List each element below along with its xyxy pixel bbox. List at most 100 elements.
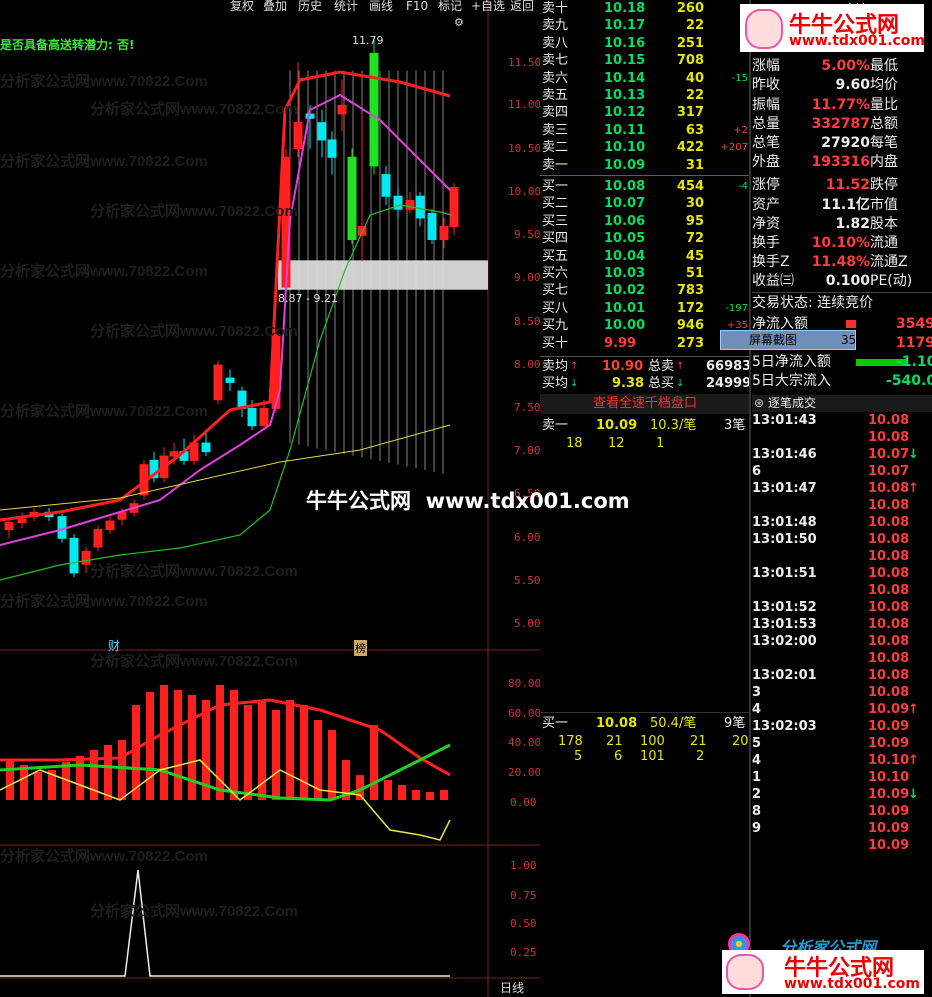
bids-level-row[interactable]: 买九 10.00 946 +35 <box>540 317 750 334</box>
bids-level-row[interactable]: 买三 10.06 95 <box>540 213 750 230</box>
asks-level-row[interactable]: 卖五 10.13 22 <box>540 87 750 104</box>
level-label: 卖一 <box>542 157 569 173</box>
asks-level-row[interactable]: 卖十 10.18 260 <box>540 0 750 17</box>
quote-row: 换手Z 11.48% 流通Z <box>752 254 908 271</box>
gear-icon[interactable]: ⚙ <box>454 16 464 30</box>
candle-body <box>69 537 79 574</box>
level-price: 10.03 <box>604 266 646 281</box>
brand-box-top: 牛牛公式网 www.tdx001.com <box>740 4 925 52</box>
asks-level-row[interactable]: 卖四 10.12 317 <box>540 104 750 121</box>
candle-body <box>393 195 403 210</box>
asks-level-row[interactable]: 卖九 10.17 22 <box>540 17 750 34</box>
level-label: 卖五 <box>542 88 569 103</box>
volume-bar <box>426 792 434 800</box>
level-change: +207 <box>720 142 748 154</box>
tick-row: 9 10.09 <box>752 821 910 836</box>
level-price: 9.99 <box>604 335 637 351</box>
level-volume: 45 <box>685 248 704 264</box>
avg-buy-row: 买均 ↓ 9.38 总买 ↓ 24999 <box>542 376 752 391</box>
draw-line-button[interactable]: 画线 <box>369 0 393 14</box>
asks-level-row[interactable]: 卖三 10.11 63 +2 <box>540 122 750 139</box>
level-volume: 783 <box>676 283 704 299</box>
level-price: 10.08 <box>604 179 646 194</box>
tick-row: 8 10.09 <box>752 804 910 819</box>
high-price-label: 11.79 <box>352 34 384 47</box>
screenshot-button[interactable]: 屏幕截图 35 <box>720 330 856 350</box>
tick-row: 2 10.09 ↓ <box>752 787 919 802</box>
candle-body <box>4 522 14 531</box>
tick-row: 13:02:00 10.08 <box>752 634 910 649</box>
overlay-button[interactable]: 叠加 <box>263 0 287 14</box>
level-volume: 708 <box>676 53 704 69</box>
volume-bar <box>146 692 154 800</box>
fuquan-button[interactable]: 复权 <box>230 0 254 14</box>
candle-body <box>105 520 115 531</box>
stats-button[interactable]: 统计 <box>334 0 358 14</box>
queue-divider <box>540 712 750 713</box>
level-price: 10.07 <box>604 196 646 212</box>
volume-bar <box>328 730 336 800</box>
level-label: 卖六 <box>542 70 569 86</box>
level-label: 卖十 <box>542 1 569 16</box>
tick-row: 3 10.08 <box>752 685 910 700</box>
ticks-icon: ⊛ <box>754 396 765 410</box>
bids-level-row[interactable]: 买二 10.07 30 <box>540 195 750 212</box>
volume-bar <box>272 710 280 800</box>
level-change: -197 <box>725 302 748 314</box>
event-bang-marker[interactable]: 榜 <box>354 640 367 656</box>
level-volume: 422 <box>676 140 704 156</box>
back-button[interactable]: 返回 <box>510 0 534 14</box>
level-price: 10.17 <box>604 18 646 34</box>
quote-state-divider <box>752 292 932 293</box>
f10-button[interactable]: F10 <box>406 0 428 14</box>
bids-level-row[interactable]: 买五 10.04 45 <box>540 248 750 265</box>
level-price: 10.01 <box>604 300 646 316</box>
asks-level-row[interactable]: 卖六 10.14 40 -15 <box>540 70 750 87</box>
quote-row: 收益㈢ 0.100 PE(动) <box>752 273 913 290</box>
volume-bar <box>398 785 406 800</box>
bids-level-row[interactable]: 买八 10.01 172 -197 <box>540 300 750 317</box>
level-label: 买六 <box>542 266 569 281</box>
history-button[interactable]: 历史 <box>298 0 322 14</box>
bids-level-row[interactable]: 买六 10.03 51 <box>540 265 750 282</box>
bids-level-row[interactable]: 买四 10.05 72 <box>540 230 750 247</box>
event-cai-marker[interactable]: 财 <box>108 637 120 654</box>
volume-bar <box>20 765 28 800</box>
avg-sell-row: 卖均 ↑ 10.90 总卖 ↑ 66983 <box>542 359 752 374</box>
level-volume: 31 <box>685 157 704 173</box>
candle-body <box>415 195 425 219</box>
bids-level-row[interactable]: 买一 10.08 454 -4 <box>540 178 750 195</box>
tick-row: 13:01:46 10.07 ↓ <box>752 447 919 462</box>
quote-row: 振幅 11.77% 量比 <box>752 96 898 113</box>
full-depth-link[interactable]: 查看全速千档盘口 <box>540 394 750 414</box>
candle-body <box>427 213 437 241</box>
level-label: 买十 <box>542 335 569 351</box>
mark-button[interactable]: 标记 <box>438 0 462 14</box>
level-price: 10.02 <box>604 283 646 299</box>
asks-level-row[interactable]: 卖八 10.16 251 <box>540 35 750 52</box>
level-volume: 72 <box>685 231 704 247</box>
asks-level-row[interactable]: 卖二 10.10 422 +207 <box>540 139 750 156</box>
asks-level-row[interactable]: 卖一 10.09 31 <box>540 157 750 174</box>
level-label: 买五 <box>542 248 569 264</box>
tick-row: 13:01:43 10.08 <box>752 413 910 428</box>
tick-row: 10.09 <box>868 838 910 853</box>
quote-row: 净资 1.82 股本 <box>752 215 898 232</box>
level-price: 10.11 <box>604 122 646 138</box>
volume-bar <box>300 705 308 800</box>
volume-bar <box>440 790 448 800</box>
level-price: 10.00 <box>604 318 646 334</box>
level-price: 10.13 <box>604 88 646 103</box>
tick-row: 4 10.09 ↑ <box>752 702 919 717</box>
candle-body <box>225 377 235 383</box>
bids-level-row[interactable]: 买十 9.99 273 <box>540 335 750 352</box>
candle-body <box>405 200 415 210</box>
level-label: 买八 <box>542 300 569 316</box>
oscillator-line <box>0 869 450 977</box>
add-watchlist-button[interactable]: +自选 <box>471 0 505 14</box>
period-label[interactable]: 日线 <box>500 979 524 996</box>
candle-body <box>327 139 337 158</box>
asks-level-row[interactable]: 卖七 10.15 708 <box>540 52 750 69</box>
bids-level-row[interactable]: 买七 10.02 783 <box>540 282 750 299</box>
level-volume: 51 <box>685 266 704 281</box>
